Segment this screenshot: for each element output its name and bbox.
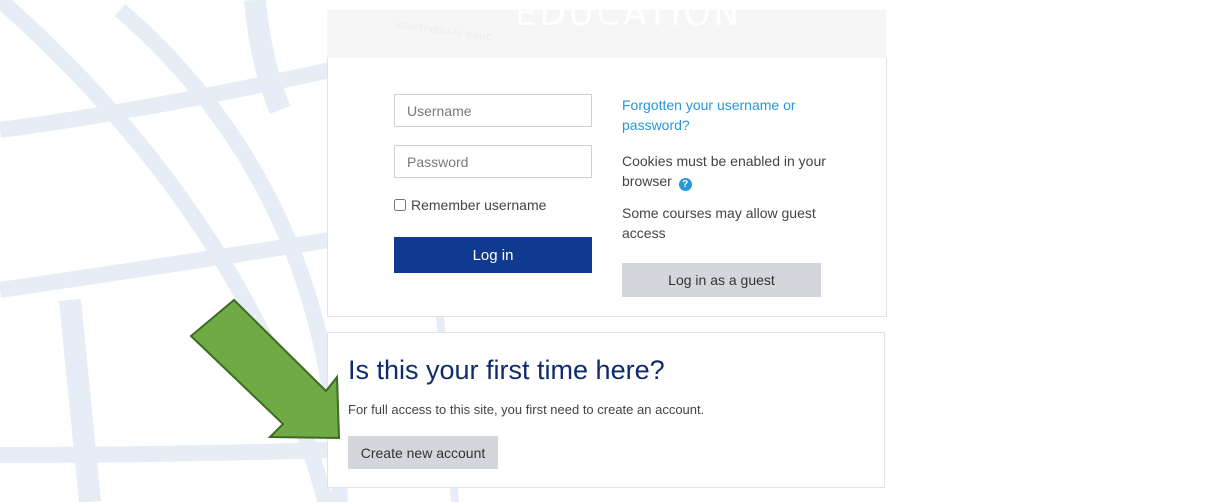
brand-logo-text: EDUCATION xyxy=(515,10,742,34)
login-card: Remember username Log in Forgotten your … xyxy=(327,58,887,317)
signup-heading: Is this your first time here? xyxy=(348,355,665,385)
username-input[interactable] xyxy=(394,94,592,127)
cookies-notice-text: Cookies must be enabled in your browser xyxy=(622,153,826,189)
create-account-button[interactable]: Create new account xyxy=(348,436,498,469)
remember-username-label: Remember username xyxy=(411,197,547,213)
signup-card: Is this your first time here? For full a… xyxy=(327,332,885,488)
cookies-notice: Cookies must be enabled in your browser … xyxy=(622,151,842,191)
remember-username-option[interactable]: Remember username xyxy=(394,197,546,213)
login-button[interactable]: Log in xyxy=(394,237,592,273)
guest-login-button[interactable]: Log in as a guest xyxy=(622,263,821,297)
brand-seal-text: CONTINENTAL EDUC xyxy=(396,20,494,43)
password-input[interactable] xyxy=(394,145,592,178)
guest-access-text: Some courses may allow guest access xyxy=(622,205,816,241)
remember-username-checkbox[interactable] xyxy=(394,199,406,211)
forgot-password-link[interactable]: Forgotten your username or password? xyxy=(622,95,842,135)
question-circle-icon[interactable]: ? xyxy=(678,178,692,191)
site-header-banner: CONTINENTAL EDUC EDUCATION xyxy=(327,10,886,59)
signup-description: For full access to this site, you first … xyxy=(348,402,705,417)
